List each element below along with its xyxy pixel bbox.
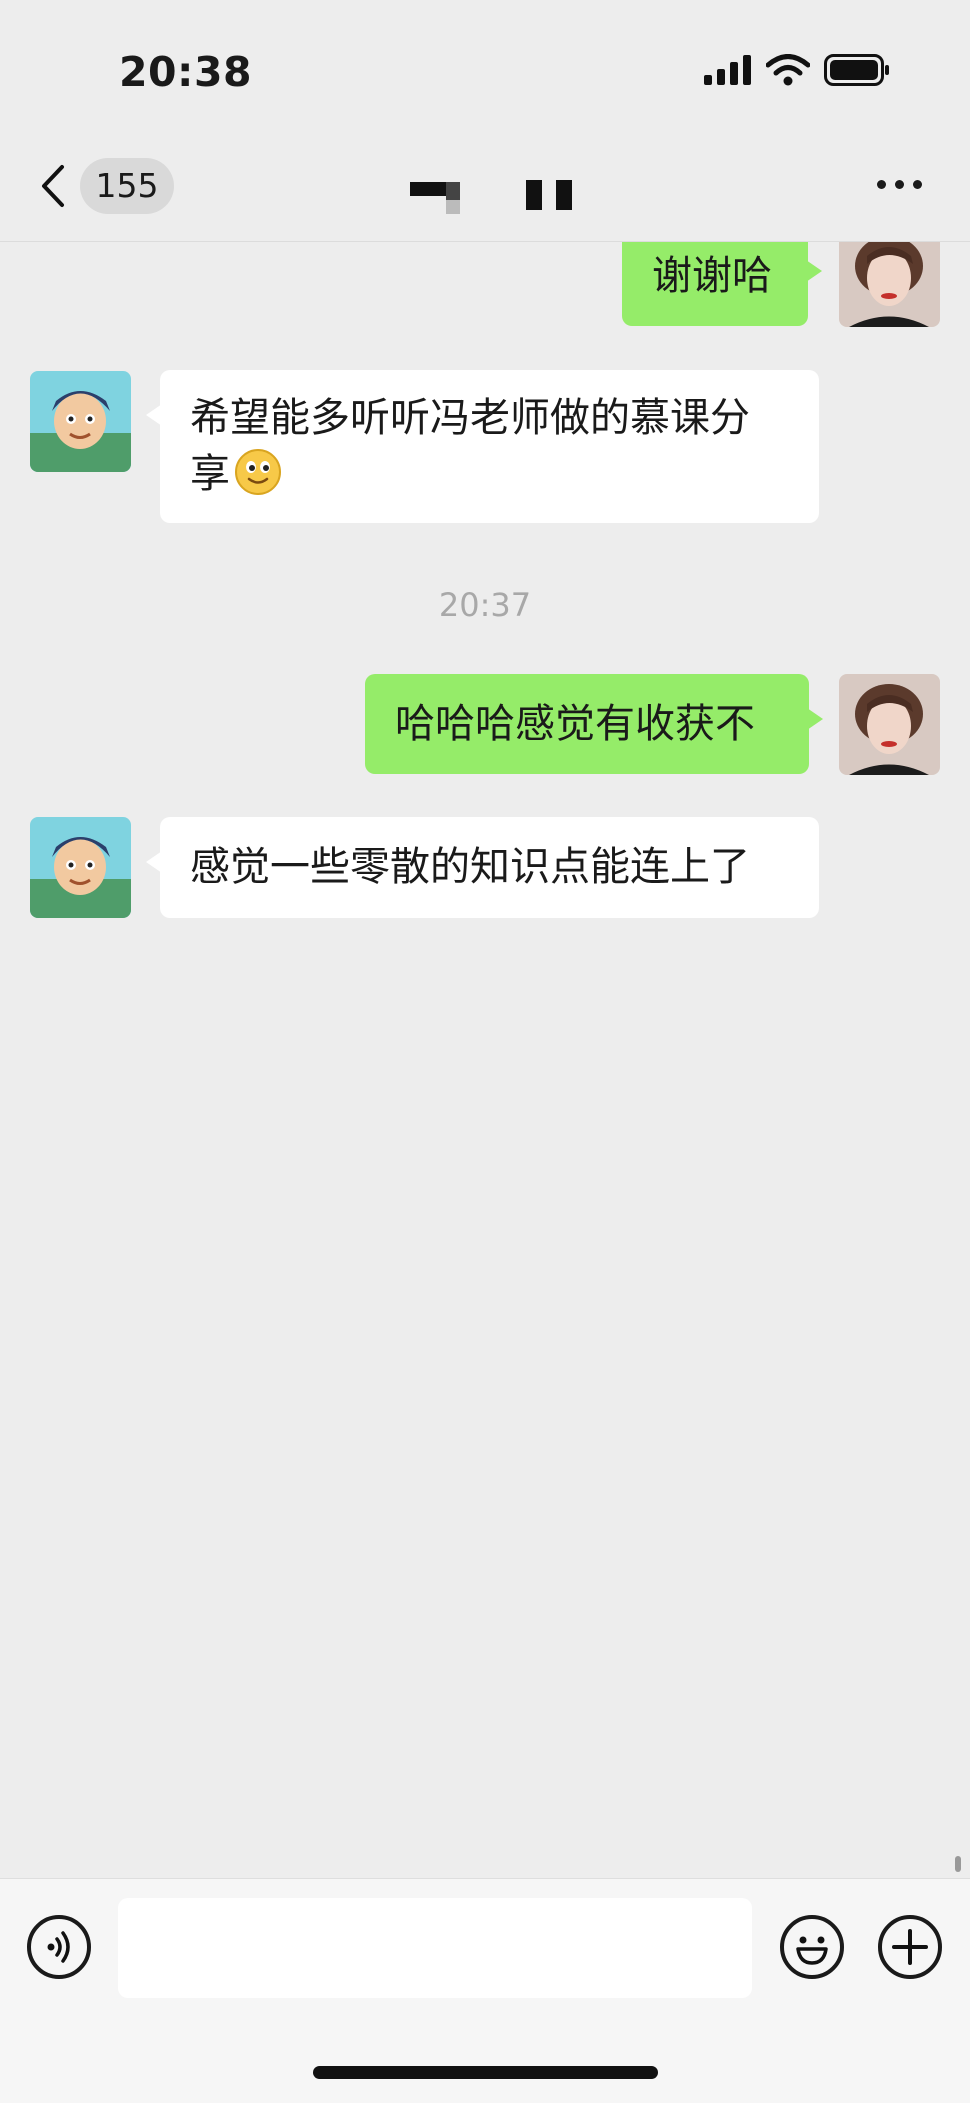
status-icons (704, 54, 890, 86)
message-text-line: 希望能多听听冯老师做的慕课分 (190, 395, 750, 441)
contact-avatar[interactable] (30, 371, 131, 472)
status-time: 20:38 (119, 48, 253, 96)
message-timestamp: 20:37 (438, 586, 532, 624)
more-icon[interactable] (877, 180, 922, 189)
back-chevron-icon[interactable] (38, 164, 68, 208)
top-bar: 20:38 155 (0, 0, 970, 242)
message-input[interactable] (118, 1898, 752, 1998)
home-indicator[interactable] (313, 2066, 658, 2079)
message-text: 哈哈哈感觉有收获不 (395, 701, 755, 747)
chat-title-redacted (410, 176, 590, 216)
wifi-icon (766, 54, 810, 86)
message-text: 谢谢哈 (652, 253, 772, 299)
contact-avatar[interactable] (30, 817, 131, 918)
voice-icon[interactable] (27, 1915, 91, 1979)
plus-icon[interactable] (878, 1915, 942, 1979)
signal-icon (704, 55, 751, 85)
message-bubble-incoming[interactable]: 希望能多听听冯老师做的慕课分 享 (146, 370, 819, 523)
scroll-indicator[interactable] (955, 1856, 961, 1872)
emoji-icon[interactable] (780, 1915, 844, 1979)
message-bubble-incoming[interactable]: 感觉一些零散的知识点能连上了 (146, 817, 819, 918)
message-text: 感觉一些零散的知识点能连上了 (190, 844, 750, 890)
unread-count-badge[interactable]: 155 (80, 158, 174, 214)
message-text-line: 享 (190, 446, 789, 502)
my-avatar[interactable] (839, 674, 940, 775)
message-bubble-outgoing[interactable]: 哈哈哈感觉有收获不 (365, 674, 823, 774)
smile-emoji-icon (235, 449, 281, 495)
battery-icon (824, 54, 889, 86)
